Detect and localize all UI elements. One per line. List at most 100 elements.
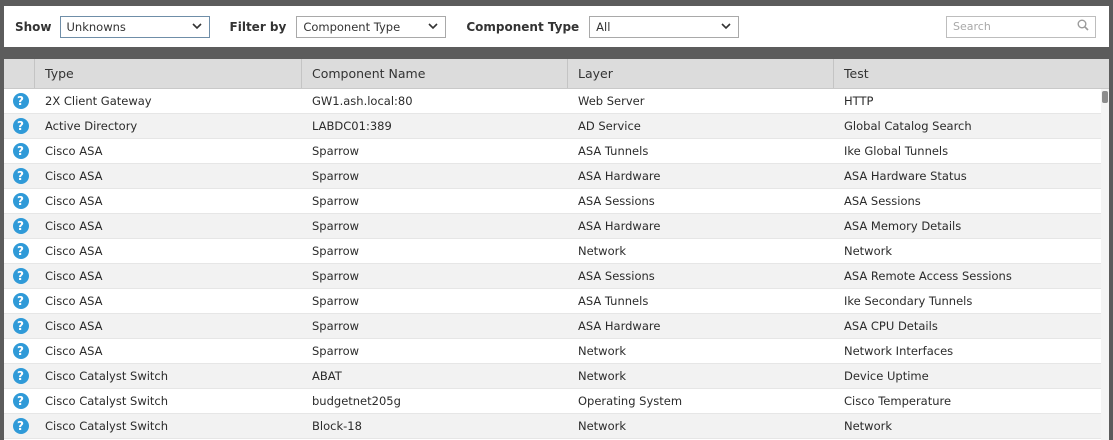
question-circle-icon[interactable]: ? — [12, 218, 29, 234]
cell-component-name: LABDC01:389 — [312, 119, 392, 133]
cell-type: Active Directory — [45, 119, 138, 133]
cell-layer: ASA Hardware — [578, 169, 661, 183]
table-row[interactable]: ? Cisco ASA Sparrow ASA Sessions ASA Session… — [4, 189, 1109, 214]
component-type-select[interactable]: All — [589, 15, 740, 38]
column-header-type[interactable]: Type — [35, 59, 302, 88]
status-cell: ? — [4, 289, 35, 313]
cell-type: 2X Client Gateway — [45, 94, 152, 108]
components-table: Type Component Name Layer Test ? 2X Clien… — [4, 59, 1109, 440]
table-row[interactable]: ? Cisco ASA Sparrow ASA Tunnels Ike Secondar… — [4, 289, 1109, 314]
cell-type: Cisco Catalyst Switch — [45, 419, 169, 433]
cell-test: Ike Global Tunnels — [844, 144, 949, 158]
status-cell: ? — [4, 139, 35, 163]
question-circle-icon[interactable]: ? — [12, 243, 29, 259]
cell-test: Device Uptime — [844, 369, 929, 383]
status-cell: ? — [4, 339, 35, 363]
status-cell: ? — [4, 189, 35, 213]
table-row[interactable]: ? Cisco ASA Sparrow ASA Sessions ASA Remote … — [4, 264, 1109, 289]
show-select[interactable]: Unknowns — [59, 15, 210, 38]
cell-type: Cisco Catalyst Switch — [45, 369, 169, 383]
table-row[interactable]: ? Cisco Catalyst Switch ABAT Network Device … — [4, 364, 1109, 389]
question-circle-icon[interactable]: ? — [12, 93, 29, 109]
cell-component-name: Sparrow — [312, 144, 360, 158]
show-label: Show — [15, 19, 52, 34]
cell-type: Cisco Catalyst Switch — [45, 394, 169, 408]
status-cell: ? — [4, 214, 35, 238]
cell-test: Network — [844, 419, 893, 433]
cell-test: ASA CPU Details — [844, 319, 938, 333]
cell-layer: ASA Tunnels — [578, 144, 649, 158]
cell-component-name: Block-18 — [312, 419, 362, 433]
table-row[interactable]: ? Cisco ASA Sparrow ASA Hardware ASA Memory … — [4, 214, 1109, 239]
column-header-component-name[interactable]: Component Name — [302, 59, 568, 88]
cell-type: Cisco ASA — [45, 144, 103, 158]
search-icon[interactable] — [1077, 19, 1089, 34]
question-circle-icon[interactable]: ? — [12, 343, 29, 359]
status-column-header[interactable] — [4, 59, 35, 88]
table-row[interactable]: ? Cisco Catalyst Switch Block-18 Network Net… — [4, 414, 1109, 439]
table-row[interactable]: ? Cisco ASA Sparrow ASA Hardware ASA Hardwar… — [4, 164, 1109, 189]
question-circle-icon[interactable]: ? — [12, 268, 29, 284]
cell-layer: ASA Tunnels — [578, 294, 649, 308]
cell-layer: ASA Hardware — [578, 319, 661, 333]
question-circle-icon[interactable]: ? — [12, 393, 29, 409]
column-header-test[interactable]: Test — [834, 59, 1109, 88]
filter-by-select[interactable]: Component Type — [296, 15, 447, 38]
cell-type: Cisco ASA — [45, 319, 103, 333]
cell-layer: ASA Sessions — [578, 269, 655, 283]
table-row[interactable]: ? Cisco ASA Sparrow ASA Hardware ASA CPU Det… — [4, 314, 1109, 339]
cell-component-name: Sparrow — [312, 319, 360, 333]
cell-test: ASA Memory Details — [844, 219, 962, 233]
question-circle-icon[interactable]: ? — [12, 168, 29, 184]
cell-component-name: Sparrow — [312, 294, 360, 308]
filter-by-label: Filter by — [229, 19, 287, 34]
table-row[interactable]: ? Active Directory LABDC01:389 AD Service Gl… — [4, 114, 1109, 139]
cell-test: Network Interfaces — [844, 344, 954, 358]
status-cell: ? — [4, 264, 35, 288]
cell-test: ASA Remote Access Sessions — [844, 269, 1012, 283]
cell-component-name: ABAT — [312, 369, 342, 383]
scrollbar-thumb[interactable] — [1102, 91, 1108, 103]
cell-type: Cisco ASA — [45, 169, 103, 183]
filter-by-select-value: Component Type — [303, 19, 401, 34]
table-row[interactable]: ? Cisco ASA Sparrow Network Network — [4, 239, 1109, 264]
table-row[interactable]: ? Cisco ASA Sparrow Network Network Interfac… — [4, 339, 1109, 364]
status-cell: ? — [4, 164, 35, 188]
cell-test: Network — [844, 244, 893, 258]
question-circle-icon[interactable]: ? — [12, 118, 29, 134]
status-cell: ? — [4, 389, 35, 413]
cell-test: HTTP — [844, 94, 874, 108]
question-circle-icon[interactable]: ? — [12, 293, 29, 309]
cell-layer: Network — [578, 344, 627, 358]
status-cell: ? — [4, 114, 35, 138]
search-placeholder: Search — [953, 20, 991, 33]
component-type-select-value: All — [596, 19, 611, 34]
column-header-layer[interactable]: Layer — [568, 59, 834, 88]
filter-toolbar: Show Unknowns Filter by Component Type C… — [4, 6, 1109, 47]
table-row[interactable]: ? Cisco ASA Sparrow ASA Tunnels Ike Global T… — [4, 139, 1109, 164]
cell-type: Cisco ASA — [45, 269, 103, 283]
status-cell: ? — [4, 89, 35, 113]
show-select-value: Unknowns — [66, 19, 126, 34]
cell-component-name: budgetnet205g — [312, 394, 401, 408]
question-circle-icon[interactable]: ? — [12, 143, 29, 159]
question-circle-icon[interactable]: ? — [12, 418, 29, 434]
cell-type: Cisco ASA — [45, 244, 103, 258]
cell-layer: Network — [578, 244, 627, 258]
status-cell: ? — [4, 314, 35, 338]
question-circle-icon[interactable]: ? — [12, 368, 29, 384]
chevron-down-icon — [427, 21, 439, 33]
table-header: Type Component Name Layer Test — [4, 59, 1109, 89]
table-row[interactable]: ? 2X Client Gateway GW1.ash.local:80 Web Se… — [4, 89, 1109, 114]
cell-type: Cisco ASA — [45, 294, 103, 308]
question-circle-icon[interactable]: ? — [12, 318, 29, 334]
cell-layer: Web Server — [578, 94, 645, 108]
search-input[interactable]: Search — [946, 15, 1096, 38]
cell-layer: Operating System — [578, 394, 683, 408]
cell-component-name: Sparrow — [312, 344, 360, 358]
question-circle-icon[interactable]: ? — [12, 193, 29, 209]
cell-layer: Network — [578, 419, 627, 433]
vertical-scrollbar[interactable] — [1101, 89, 1109, 440]
table-row[interactable]: ? Cisco Catalyst Switch budgetnet205g Opera… — [4, 389, 1109, 414]
cell-component-name: Sparrow — [312, 219, 360, 233]
